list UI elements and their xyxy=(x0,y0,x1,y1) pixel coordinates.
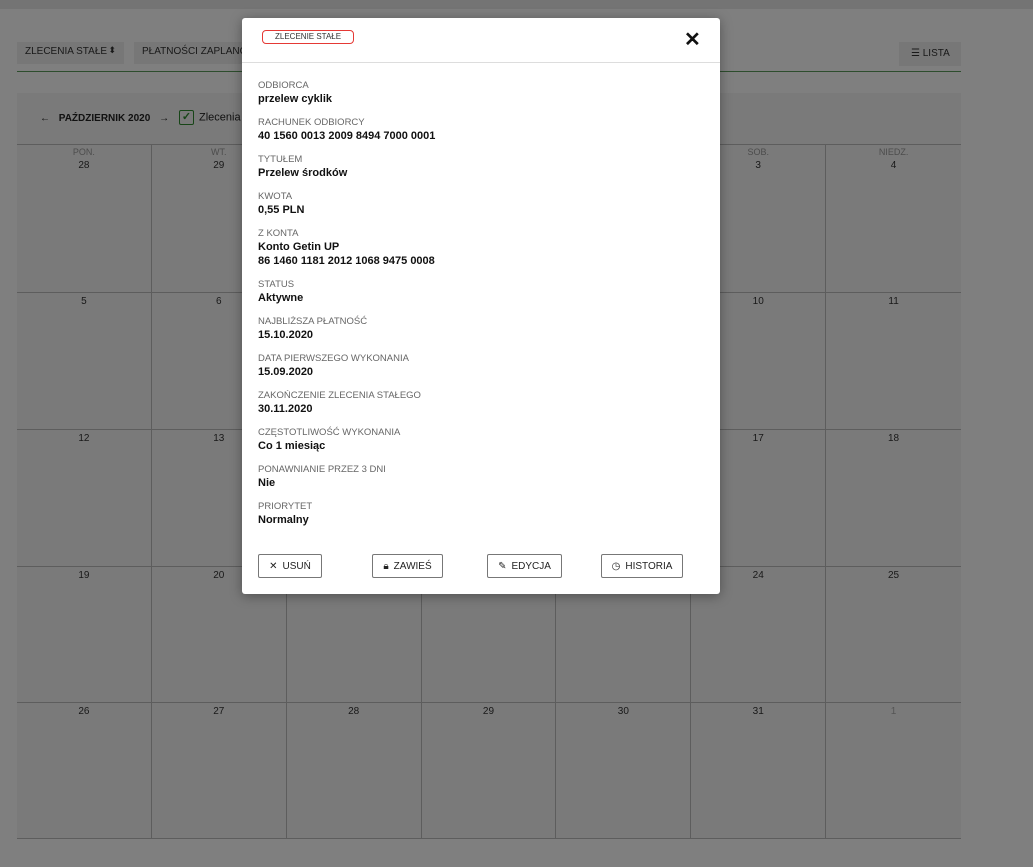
detail-label: DATA PIERWSZEGO WYKONANIA xyxy=(258,353,409,364)
detail-field: ODBIORCA przelew cyklik xyxy=(258,80,698,117)
delete-label: USUŃ xyxy=(282,560,311,572)
history-label: HISTORIA xyxy=(625,560,673,572)
detail-value: 40 1560 0013 2009 8494 7000 0001 xyxy=(258,130,436,142)
detail-value: Normalny xyxy=(258,514,309,526)
detail-label: NAJBLIŻSZA PŁATNOŚĆ xyxy=(258,316,368,327)
detail-label: Z KONTA xyxy=(258,228,299,239)
suspend-button[interactable]: 🔒︎ ZAWIEŚ xyxy=(372,554,443,578)
detail-field: KWOTA 0,55 PLN xyxy=(258,191,698,228)
detail-field: DATA PIERWSZEGO WYKONANIA 15.09.2020 xyxy=(258,353,698,390)
detail-value: przelew cyklik xyxy=(258,93,332,105)
detail-label: PONAWNIANIE PRZEZ 3 DNI xyxy=(258,464,386,475)
detail-field: PRIORYTET Normalny xyxy=(258,501,698,538)
detail-value: Konto Getin UP xyxy=(258,241,340,253)
x-icon: ✕ xyxy=(269,560,278,572)
detail-value: Co 1 miesiąc xyxy=(258,440,326,452)
modal-header: ZLECENIE STAŁE ✕ xyxy=(242,18,720,63)
detail-label: PRIORYTET xyxy=(258,501,313,512)
detail-field: CZĘSTOTLIWOŚĆ WYKONANIA Co 1 miesiąc xyxy=(258,427,698,464)
detail-label: KWOTA xyxy=(258,191,293,202)
lock-icon: 🔒︎ xyxy=(383,560,389,572)
detail-label: CZĘSTOTLIWOŚĆ WYKONANIA xyxy=(258,427,401,438)
edit-label: EDYCJA xyxy=(511,560,551,572)
detail-field: Z KONTA Konto Getin UP 86 1460 1181 2012 1… xyxy=(258,228,698,279)
clock-icon: ◷ xyxy=(611,560,621,572)
detail-label: TYTUŁEM xyxy=(258,154,303,165)
edit-icon: ✎ xyxy=(498,560,507,572)
detail-label: RACHUNEK ODBIORCY xyxy=(258,117,365,128)
detail-field: PONAWNIANIE PRZEZ 3 DNI Nie xyxy=(258,464,698,501)
detail-field: RACHUNEK ODBIORCY 40 1560 0013 2009 8494 … xyxy=(258,117,698,154)
history-button[interactable]: ◷ HISTORIA xyxy=(601,554,683,578)
detail-value: Przelew środków xyxy=(258,167,348,179)
detail-label: STATUS xyxy=(258,279,295,290)
edit-button[interactable]: ✎ EDYCJA xyxy=(487,554,562,578)
close-icon[interactable]: ✕ xyxy=(684,27,701,52)
detail-field: NAJBLIŻSZA PŁATNOŚĆ 15.10.2020 xyxy=(258,316,698,353)
detail-value-account-number: 86 1460 1181 2012 1068 9475 0008 xyxy=(258,255,435,267)
detail-value: 0,55 PLN xyxy=(258,204,305,216)
order-details: ODBIORCA przelew cyklik RACHUNEK ODBIORCY 4… xyxy=(258,80,698,538)
detail-value: 30.11.2020 xyxy=(258,403,313,415)
order-type-badge: ZLECENIE STAŁE xyxy=(262,30,355,44)
detail-value: Aktywne xyxy=(258,292,304,304)
standing-order-modal: ZLECENIE STAŁE ✕ ODBIORCA przelew cyklik R… xyxy=(242,18,720,594)
delete-button[interactable]: ✕ USUŃ xyxy=(258,554,322,578)
detail-value: Nie xyxy=(258,477,276,489)
detail-label: ZAKOŃCZENIE ZLECENIA STAŁEGO xyxy=(258,390,421,401)
detail-field: TYTUŁEM Przelew środków xyxy=(258,154,698,191)
detail-value: 15.10.2020 xyxy=(258,329,314,341)
detail-field: STATUS Aktywne xyxy=(258,279,698,316)
detail-label: ODBIORCA xyxy=(258,80,309,91)
detail-field: ZAKOŃCZENIE ZLECENIA STAŁEGO 30.11.2020 xyxy=(258,390,698,427)
detail-value: 15.09.2020 xyxy=(258,366,314,378)
suspend-label: ZAWIEŚ xyxy=(393,560,432,572)
